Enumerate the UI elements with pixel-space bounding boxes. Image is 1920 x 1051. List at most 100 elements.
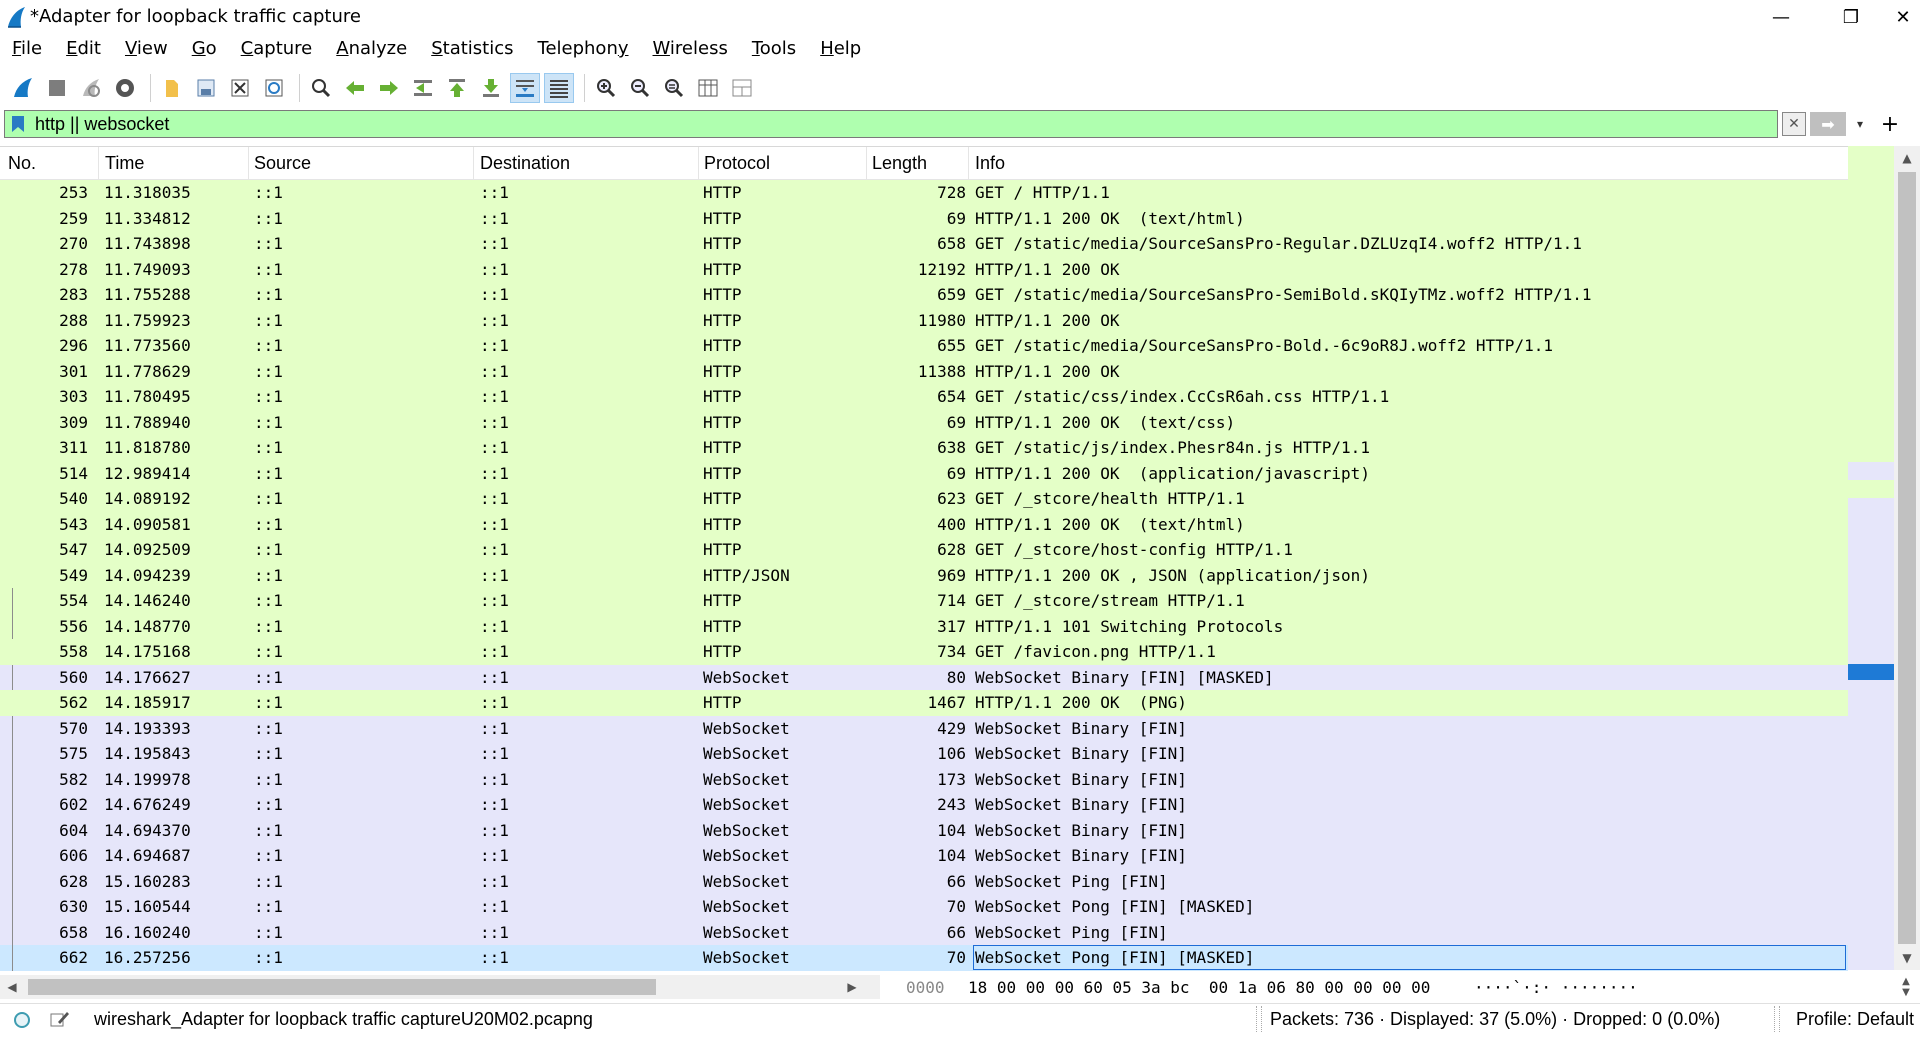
table-row[interactable]: 575 14.195843::1::1 WebSocket 106 WebSocket … (0, 741, 1848, 767)
menu-wireless[interactable]: Wireless (641, 36, 740, 64)
resize-columns-button[interactable] (693, 73, 723, 103)
table-row[interactable]: 309 11.788940::1::1 HTTP 69 HTTP/1.1 200 OK … (0, 409, 1848, 435)
column-header-destination[interactable]: Destination (480, 153, 570, 174)
column-divider[interactable] (866, 147, 867, 179)
scroll-left-icon[interactable]: ◀ (0, 975, 24, 999)
packet-list-horizontal-scrollbar[interactable]: ◀ ▶ (0, 975, 880, 999)
packet-minimap[interactable] (1848, 146, 1894, 970)
display-filter-text[interactable]: http || websocket (35, 114, 169, 135)
status-separator[interactable] (1256, 1006, 1262, 1032)
reload-file-button[interactable] (259, 73, 289, 103)
table-row[interactable]: 296 11.773560::1::1 HTTP 655 GET /static/med… (0, 333, 1848, 359)
menu-capture[interactable]: Capture (229, 36, 325, 64)
table-row[interactable]: 259 11.334812::1::1 HTTP 69 HTTP/1.1 200 OK … (0, 205, 1848, 231)
last-packet-button[interactable] (476, 73, 506, 103)
scrollbar-thumb[interactable] (28, 979, 656, 995)
table-row[interactable]: 658 16.160240::1::1 WebSocket 66 WebSocket P… (0, 919, 1848, 945)
table-row[interactable]: 514 12.989414::1::1 HTTP 69 HTTP/1.1 200 OK … (0, 460, 1848, 486)
restart-capture-button[interactable] (76, 73, 106, 103)
scroll-up-icon[interactable]: ▲ (1894, 146, 1920, 170)
table-row[interactable]: 628 15.160283::1::1 WebSocket 66 WebSocket P… (0, 868, 1848, 894)
column-divider[interactable] (473, 147, 474, 179)
find-packet-button[interactable] (306, 73, 336, 103)
capture-options-button[interactable] (110, 73, 140, 103)
scroll-down-icon[interactable]: ▼ (1894, 946, 1920, 970)
table-row[interactable]: 560 14.176627::1::1 WebSocket 80 WebSocket B… (0, 664, 1848, 690)
packet-bytes-pane[interactable]: 0000 18 00 00 00 60 05 3a bc 00 1a 06 80… (898, 975, 1898, 999)
zoom-out-button[interactable] (625, 73, 655, 103)
stop-capture-button[interactable] (42, 73, 72, 103)
minimize-button[interactable]: — (1746, 0, 1816, 34)
table-row[interactable]: 558 14.175168::1::1 HTTP 734 GET /favicon.pn… (0, 639, 1848, 665)
menu-statistics[interactable]: Statistics (419, 36, 525, 64)
table-row[interactable]: 582 14.199978::1::1 WebSocket 173 WebSocket … (0, 766, 1848, 792)
bytes-pane-spinner[interactable]: ▲ ▼ (1896, 975, 1916, 999)
display-filter-input[interactable]: http || websocket (4, 110, 1778, 138)
table-row[interactable]: 540 14.089192::1::1 HTTP 623 GET /_stcore/he… (0, 486, 1848, 512)
close-button[interactable]: ✕ (1886, 0, 1920, 34)
table-row[interactable]: 602 14.676249::1::1 WebSocket 243 WebSocket … (0, 792, 1848, 818)
restore-button[interactable]: ❐ (1816, 0, 1886, 34)
open-file-button[interactable] (157, 73, 187, 103)
chevron-up-icon[interactable]: ▲ (1902, 976, 1910, 987)
table-row[interactable]: 301 11.778629::1::1 HTTP 11388 HTTP/1.1 200 … (0, 358, 1848, 384)
menu-file[interactable]: File (0, 36, 54, 64)
column-divider[interactable] (248, 147, 249, 179)
table-row[interactable]: 270 11.743898::1::1 HTTP 658 GET /static/med… (0, 231, 1848, 257)
bytes-hex[interactable]: 18 00 00 00 60 05 3a bc 00 1a 06 80 00 0… (968, 978, 1430, 997)
table-row[interactable]: 543 14.090581::1::1 HTTP 400 HTTP/1.1 200 OK… (0, 511, 1848, 537)
bookmark-icon[interactable] (11, 115, 25, 133)
layout-button[interactable] (727, 73, 757, 103)
table-row[interactable]: 604 14.694370::1::1 WebSocket 104 WebSocket … (0, 817, 1848, 843)
go-forward-button[interactable] (374, 73, 404, 103)
apply-filter-button[interactable]: ➡ (1810, 112, 1846, 136)
zoom-in-button[interactable] (591, 73, 621, 103)
close-file-button[interactable] (225, 73, 255, 103)
column-divider[interactable] (98, 147, 99, 179)
menu-analyze[interactable]: Analyze (324, 36, 419, 64)
autoscroll-button[interactable] (510, 73, 540, 103)
table-row[interactable]: 253 11.318035::1::1 HTTP 728 GET / HTTP/1.1 (0, 180, 1848, 206)
packet-list-vertical-scrollbar[interactable]: ▲ ▼ (1894, 146, 1920, 970)
table-row[interactable]: 562 14.185917::1::1 HTTP 1467 HTTP/1.1 200 O… (0, 690, 1848, 716)
table-row[interactable]: 570 14.193393::1::1 WebSocket 429 WebSocket … (0, 715, 1848, 741)
filter-history-dropdown[interactable]: ▾ (1850, 112, 1870, 136)
table-row[interactable]: 547 14.092509::1::1 HTTP 628 GET /_stcore/ho… (0, 537, 1848, 563)
table-row[interactable]: 283 11.755288::1::1 HTTP 659 GET /static/med… (0, 282, 1848, 308)
column-header-protocol[interactable]: Protocol (704, 153, 770, 174)
save-file-button[interactable] (191, 73, 221, 103)
table-row[interactable]: 554 14.146240::1::1 HTTP 714 GET /_stcore/st… (0, 588, 1848, 614)
menu-view[interactable]: View (113, 36, 180, 64)
table-row[interactable]: 288 11.759923::1::1 HTTP 11980 HTTP/1.1 200 … (0, 307, 1848, 333)
start-capture-button[interactable] (8, 73, 38, 103)
menu-help[interactable]: Help (808, 36, 873, 64)
packet-list[interactable]: No. Time Source Destination Protocol Len… (0, 146, 1848, 971)
scrollbar-thumb[interactable] (1898, 172, 1916, 944)
column-divider[interactable] (698, 147, 699, 179)
table-row[interactable]: 311 11.818780::1::1 HTTP 638 GET /static/js/… (0, 435, 1848, 461)
menu-telephony[interactable]: Telephony (526, 36, 641, 64)
chevron-down-icon[interactable]: ▼ (1902, 987, 1910, 998)
status-separator[interactable] (1774, 1006, 1780, 1032)
table-row[interactable]: 606 14.694687::1::1 WebSocket 104 WebSocket … (0, 843, 1848, 869)
table-row[interactable]: 556 14.148770::1::1 HTTP 317 HTTP/1.1 101 Sw… (0, 613, 1848, 639)
profile-switcher[interactable]: Profile: Default (1796, 1009, 1914, 1030)
column-header-no[interactable]: No. (8, 153, 36, 174)
table-row[interactable]: 630 15.160544::1::1 WebSocket 70 WebSocket P… (0, 894, 1848, 920)
go-to-packet-button[interactable] (408, 73, 438, 103)
column-divider[interactable] (968, 147, 969, 179)
menu-tools[interactable]: Tools (740, 36, 808, 64)
menu-go[interactable]: Go (180, 36, 229, 64)
table-row[interactable]: 303 11.780495::1::1 HTTP 654 GET /static/css… (0, 384, 1848, 410)
clear-filter-button[interactable]: ✕ (1782, 112, 1806, 136)
table-row[interactable]: 278 11.749093::1::1 HTTP 12192 HTTP/1.1 200 … (0, 256, 1848, 282)
column-header-length[interactable]: Length (872, 153, 927, 174)
menu-edit[interactable]: Edit (54, 36, 113, 64)
column-header-source[interactable]: Source (254, 153, 311, 174)
bytes-ascii[interactable]: ····`·:· ········ (1474, 978, 1638, 997)
zoom-normal-button[interactable] (659, 73, 689, 103)
scroll-right-icon[interactable]: ▶ (840, 975, 864, 999)
expert-info-icon[interactable] (14, 1012, 30, 1028)
go-back-button[interactable] (340, 73, 370, 103)
column-header-info[interactable]: Info (975, 153, 1005, 174)
